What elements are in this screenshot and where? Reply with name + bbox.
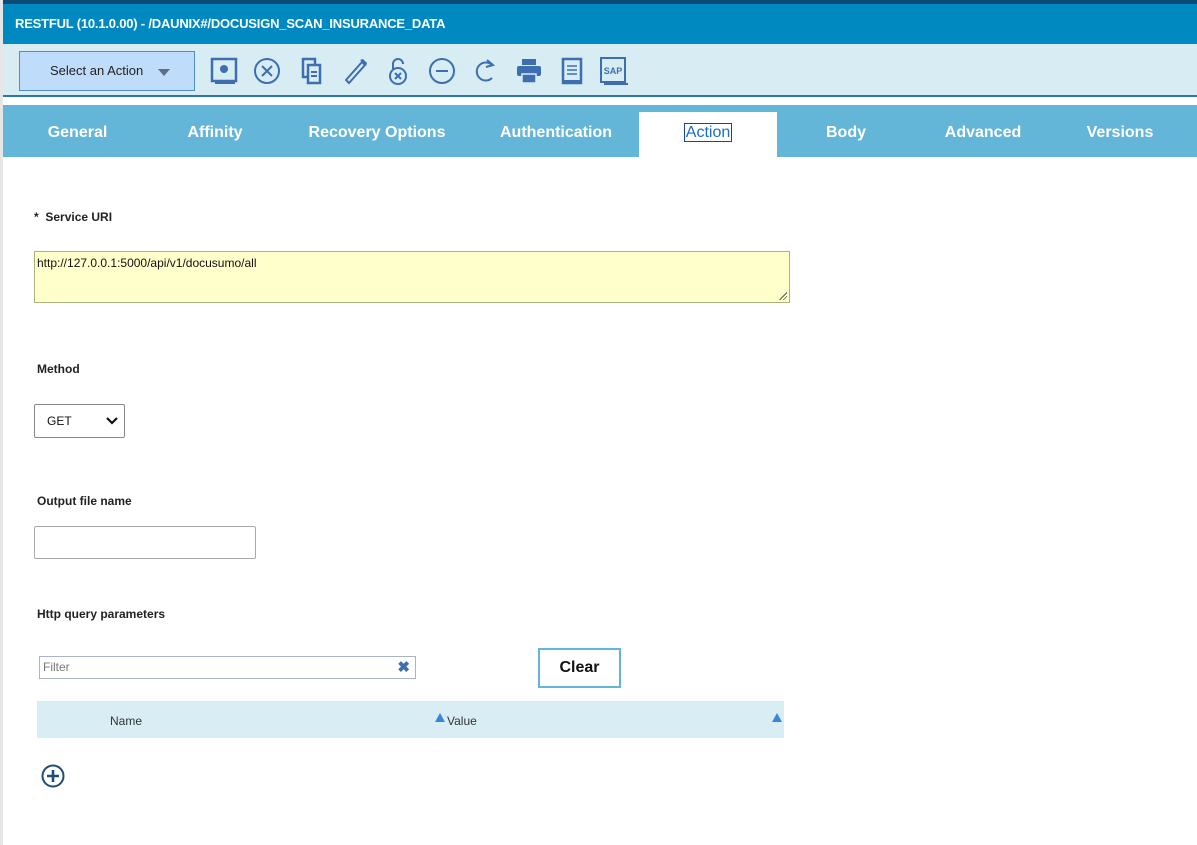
filter-placeholder: Filter: [43, 660, 70, 674]
sort-asc-icon[interactable]: [772, 713, 782, 722]
copy-icon[interactable]: [297, 56, 327, 86]
cancel-icon[interactable]: [252, 56, 282, 86]
query-params-label: Http query parameters: [37, 607, 166, 621]
service-uri-label-text: Service URI: [45, 210, 113, 224]
edit-icon[interactable]: [340, 56, 370, 86]
method-value: GET: [47, 414, 72, 428]
remove-icon[interactable]: [427, 56, 457, 86]
method-label: Method: [37, 362, 80, 376]
tab-advanced[interactable]: Advanced: [915, 105, 1051, 157]
tab-general[interactable]: General: [3, 105, 152, 157]
output-file-input[interactable]: [34, 526, 256, 559]
chevron-down-icon: [158, 69, 170, 76]
service-uri-input[interactable]: http://127.0.0.1:5000/api/v1/docusumo/al…: [34, 251, 790, 303]
resize-handle[interactable]: [778, 291, 787, 300]
document-icon[interactable]: [557, 56, 587, 86]
tab-affinity[interactable]: Affinity: [152, 105, 278, 157]
output-file-label: Output file name: [37, 494, 132, 508]
refresh-icon[interactable]: [470, 56, 500, 86]
service-uri-label: * Service URI: [34, 210, 112, 224]
add-row-icon[interactable]: [41, 764, 65, 788]
svg-text:SAP: SAP: [604, 66, 623, 76]
column-name[interactable]: Name: [110, 714, 142, 728]
clear-filter-icon[interactable]: ✖: [397, 657, 410, 678]
print-icon[interactable]: [514, 56, 544, 86]
filter-input[interactable]: Filter ✖: [39, 656, 416, 679]
clear-button[interactable]: Clear: [538, 648, 621, 688]
tab-bar: General Affinity Recovery Options Authen…: [3, 105, 1197, 157]
window-title: RESTFUL (10.1.0.00) - /DAUNIX#/DOCUSIGN_…: [3, 4, 1197, 44]
column-value[interactable]: Value: [447, 714, 477, 728]
tab-versions[interactable]: Versions: [1051, 105, 1189, 157]
toolbar: Select an Action SAP: [3, 44, 1197, 97]
method-select[interactable]: GET: [34, 404, 125, 438]
tab-body[interactable]: Body: [777, 105, 915, 157]
sap-icon[interactable]: SAP: [599, 56, 629, 86]
unlock-icon[interactable]: [383, 56, 413, 86]
select-action-label: Select an Action: [50, 63, 144, 78]
tab-recovery-options[interactable]: Recovery Options: [278, 105, 476, 157]
sort-asc-icon[interactable]: [435, 713, 445, 722]
params-table-header: Name Value: [37, 701, 784, 738]
required-marker: *: [34, 210, 39, 224]
select-action-dropdown[interactable]: Select an Action: [19, 51, 195, 91]
save-icon[interactable]: [209, 56, 239, 86]
tab-action[interactable]: Action: [639, 112, 777, 157]
tab-authentication[interactable]: Authentication: [476, 105, 636, 157]
chevron-down-icon: [106, 417, 118, 425]
service-uri-value: http://127.0.0.1:5000/api/v1/docusumo/al…: [37, 256, 257, 270]
tab-action-label: Action: [683, 123, 733, 142]
